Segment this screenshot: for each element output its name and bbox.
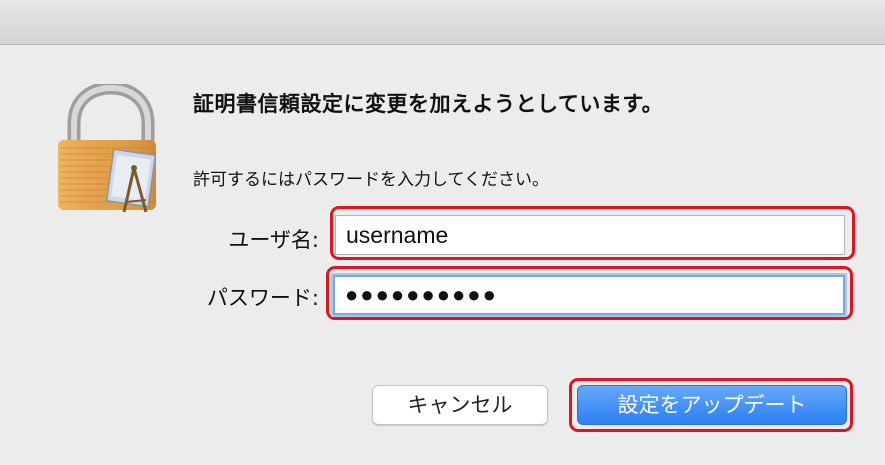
lock-icon [50, 81, 170, 219]
password-label: パスワード: [206, 286, 319, 310]
cancel-button[interactable]: キャンセル [372, 385, 548, 425]
username-field[interactable]: username [335, 215, 845, 255]
window-titlebar [0, 0, 885, 45]
username-label: ユーザ名: [228, 228, 319, 252]
dialog-prompt: 許可するにはパスワードを入力してください。 [193, 170, 549, 190]
certificate-badge-icon [105, 148, 157, 213]
dialog-heading: 証明書信頼設定に変更を加えようとしています。 [193, 92, 664, 116]
authentication-dialog: 証明書信頼設定に変更を加えようとしています。 許可するにはパスワードを入力してく… [0, 0, 885, 465]
password-field[interactable]: ●●●●●●●●●● [333, 275, 845, 315]
update-settings-button[interactable]: 設定をアップデート [577, 385, 847, 425]
